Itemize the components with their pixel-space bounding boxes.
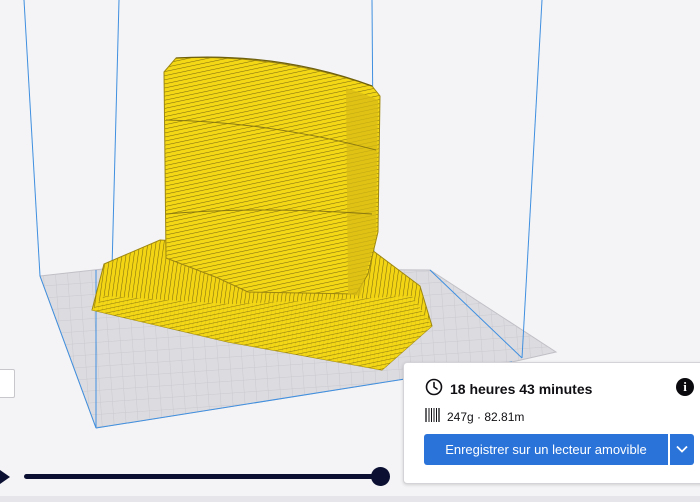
- info-icon[interactable]: i: [676, 378, 694, 396]
- save-to-removable-drive-button[interactable]: Enregistrer sur un lecteur amovible: [424, 434, 668, 465]
- print-time-row: 18 heures 43 minutes: [425, 378, 592, 400]
- material-usage: 247g · 82.81m: [447, 410, 525, 424]
- spool-icon: [425, 407, 440, 427]
- chevron-down-icon: [676, 445, 688, 453]
- layer-simulation-slider[interactable]: [24, 474, 382, 479]
- print-estimate-panel: 18 heures 43 minutes i 247g · 82.81m Enr…: [403, 362, 700, 484]
- slider-handle[interactable]: [371, 467, 390, 486]
- play-icon[interactable]: [0, 470, 10, 484]
- material-row: 247g · 82.81m: [425, 407, 524, 427]
- layer-view-input[interactable]: [0, 369, 15, 398]
- save-options-dropdown[interactable]: [670, 434, 694, 465]
- bottom-edge: [0, 496, 700, 502]
- print-time: 18 heures 43 minutes: [450, 381, 593, 397]
- clock-icon: [425, 378, 443, 400]
